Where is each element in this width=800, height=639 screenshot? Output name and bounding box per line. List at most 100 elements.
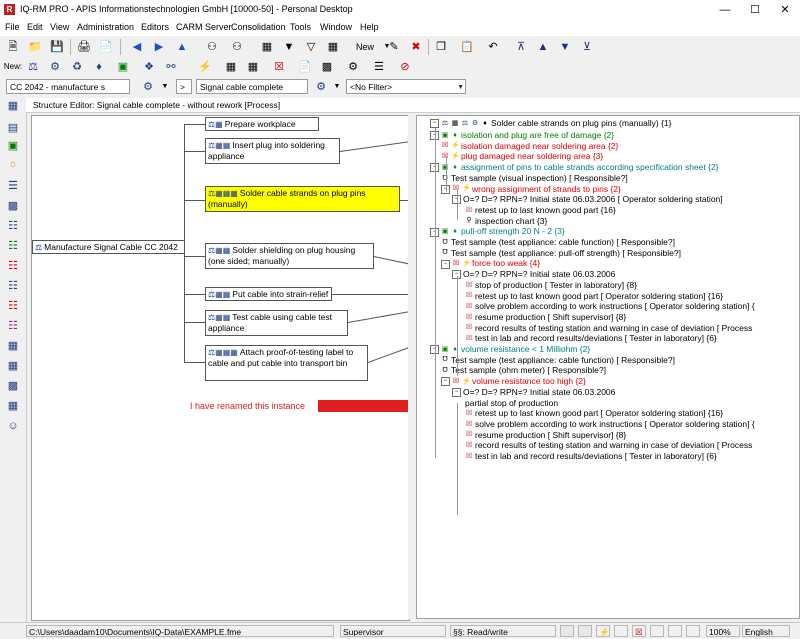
tree-row[interactable]: ℧ Test sample (test appliance: cable func…	[441, 237, 675, 247]
tree-row[interactable]: ☒ resume production [ Shift supervisor] {…	[465, 312, 626, 322]
find-icon[interactable]: ⚇	[228, 39, 246, 55]
structure-editor-icon[interactable]: ▤	[4, 120, 22, 136]
new-button[interactable]: New	[350, 39, 380, 55]
tree-root-row[interactable]: − ⚖ ▦ ⚖ ⚙ ♦ Solder cable strands on plug pins …	[430, 118, 672, 129]
grid-icon[interactable]: ▦	[324, 39, 342, 55]
idea-icon[interactable]: ☼	[4, 156, 22, 172]
delete-icon[interactable]: ✖	[407, 39, 425, 55]
save-icon[interactable]: 💾	[48, 39, 66, 55]
function-add-icon[interactable]: ▣	[114, 59, 132, 75]
tree-row[interactable]: ☒ solve problem according to work instruc…	[465, 301, 755, 311]
tree-row[interactable]: ☒ retest up to last known good part [ Ope…	[465, 291, 723, 301]
structure-node[interactable]: ⚖▦ Prepare workplace	[205, 117, 319, 131]
tree-row[interactable]: ☒ retest up to last known good part [ Ope…	[465, 408, 723, 418]
link-icon[interactable]: ⚯	[162, 59, 180, 75]
hierarchy-icon[interactable]: ☰	[370, 59, 388, 75]
tree-row[interactable]: −▣♦pull-off strength 20 N - 2 {3}	[430, 226, 565, 237]
status-language[interactable]: English	[742, 625, 790, 637]
tree-row[interactable]: ☒ resume production [ Shift supervisor] {…	[465, 430, 626, 440]
menu-administration[interactable]: Administration	[77, 22, 134, 32]
structure-element-icon[interactable]: ⚖	[24, 59, 42, 75]
tree-row[interactable]: −☒⚡wrong assignment of strands to pins {…	[441, 184, 621, 194]
new-file-icon[interactable]: 🗎	[4, 39, 22, 55]
tree-row[interactable]: − ☒ ⚡volume resistance too high {2}	[441, 376, 586, 387]
tree-row[interactable]: ℧ Test sample (test appliance: cable func…	[441, 355, 675, 365]
undo-icon[interactable]: ↶	[484, 39, 502, 55]
forbidden-icon[interactable]: ⊘	[396, 59, 414, 75]
navigation-combo[interactable]: >	[176, 79, 192, 94]
tree-row[interactable]: ℧ Test sample (test appliance: pull-off s…	[441, 248, 681, 258]
action-icon[interactable]: ☒	[270, 59, 288, 75]
structure-node[interactable]: ⚖▦▦ Test cable using cable test appliance	[205, 310, 348, 336]
report-icon[interactable]: ▦	[4, 398, 22, 414]
tree-row[interactable]: ☒ record results of testing station and w…	[465, 323, 752, 333]
open-folder-icon[interactable]: 📁	[26, 39, 44, 55]
close-icon[interactable]: ✕	[770, 0, 800, 20]
collapse-icon[interactable]: −	[441, 377, 450, 387]
fmea-tree-pane[interactable]: − ⚖ ▦ ⚖ ⚙ ♦ Solder cable strands on plug pins …	[416, 115, 800, 619]
structure-node[interactable]: ⚖▦▦ Solder shielding on plug housing (one…	[205, 243, 374, 269]
print-icon[interactable]: 🖨	[75, 39, 93, 55]
tree-row[interactable]: ℧ Test sample (ohm meter) [ Responsible?]	[441, 365, 606, 375]
tree-row[interactable]: partial stop of production	[465, 398, 558, 408]
structure-add-icon[interactable]: ⚙	[46, 59, 64, 75]
pencil-icon[interactable]: ✎	[385, 39, 403, 55]
tree-row[interactable]: ☒ ⚡isolation damaged near soldering area …	[441, 141, 619, 151]
up-icon[interactable]: ▲	[173, 39, 191, 55]
chevron-down-icon[interactable]: ▼	[156, 79, 174, 95]
failure-icon[interactable]: ⚡	[196, 59, 214, 75]
function-editor-icon[interactable]: ▣	[4, 138, 22, 154]
document-icon[interactable]: 📄	[296, 59, 314, 75]
collapse-icon[interactable]: −	[452, 388, 461, 398]
paste-icon[interactable]: 📋	[458, 39, 476, 55]
forward-icon[interactable]: ▶	[150, 39, 168, 55]
tree-row[interactable]: −▣♦assignment of pins to cable strands a…	[430, 162, 719, 173]
collapse-icon[interactable]: −	[430, 119, 439, 129]
chevron-down-icon[interactable]: ▼	[457, 80, 464, 93]
filter-icon[interactable]: ▼	[280, 39, 298, 55]
tree-row[interactable]: ☒ retest up to last known good part {16}	[465, 205, 616, 215]
menu-edit[interactable]: Edit	[27, 22, 43, 32]
status-zoom[interactable]: 100%	[706, 625, 740, 637]
collapse-icon[interactable]: −	[441, 259, 450, 269]
building-icon[interactable]: ▩	[4, 198, 22, 214]
process-icon[interactable]: ♻	[68, 59, 86, 75]
chevron-down-icon[interactable]: ▼	[328, 79, 346, 95]
move-down-icon[interactable]: ▼	[556, 39, 574, 55]
people-icon[interactable]: ☺	[4, 418, 22, 434]
structure-node-selected[interactable]: ⚖▦▦▦ Solder cable strands on plug pins (m…	[205, 186, 400, 212]
tree-row[interactable]: −▣♦volume resistance < 1 Milliohm {2}	[430, 344, 590, 355]
move-top-icon[interactable]: ⊼	[512, 39, 530, 55]
tree-row[interactable]: ☒ solve problem according to work instruc…	[465, 419, 755, 429]
tree-row[interactable]: ☒ ⚡plug damaged near soldering area {3}	[441, 151, 603, 161]
project-combo[interactable]: CC 2042 - manufacture s	[6, 79, 130, 94]
tree-row[interactable]: ⚲ inspection chart {3}	[465, 216, 547, 226]
network-icon[interactable]: ☷	[4, 218, 22, 234]
structure-root-node[interactable]: ⚖ Manufacture Signal Cable CC 2042	[32, 240, 185, 254]
menu-editors[interactable]: Editors	[141, 22, 169, 32]
table-icon[interactable]: ▦	[258, 39, 276, 55]
menu-window[interactable]: Window	[320, 22, 352, 32]
tree-row[interactable]: − ☒ ⚡force too weak {4}	[441, 258, 540, 269]
tree-row[interactable]: −▣♦isolation and plug are free of damage…	[430, 130, 614, 141]
structure-node[interactable]: ⚖▦▦ Insert plug into soldering appliance	[205, 138, 340, 164]
tree-row[interactable]: ☒ test in lab and record results/deviatio…	[465, 451, 717, 461]
preview-icon[interactable]: 📄	[97, 39, 115, 55]
list-icon[interactable]: ▦	[4, 358, 22, 374]
maximize-icon[interactable]: ☐	[740, 0, 770, 20]
pane-splitter[interactable]	[408, 115, 416, 619]
structure-tree-icon[interactable]: ☰	[4, 178, 22, 194]
network-icon[interactable]: ❖	[140, 59, 158, 75]
failure-net-icon[interactable]: ☷	[4, 258, 22, 274]
tree-row[interactable]: ☒ record results of testing station and w…	[465, 440, 752, 450]
structure-tree-icon[interactable]: ⚙	[139, 79, 157, 95]
filter-edit-icon[interactable]: ▽	[302, 39, 320, 55]
table-icon[interactable]: ▦	[4, 338, 22, 354]
binoculars-icon[interactable]: ⚇	[203, 39, 221, 55]
tree-icon[interactable]: ☷	[4, 318, 22, 334]
tree-row[interactable]: − O=? D=? RPN=? Initial state 06.03.2006	[452, 387, 615, 398]
minimize-icon[interactable]: —	[710, 0, 740, 20]
form-icon[interactable]: ☷	[4, 278, 22, 294]
editor-menu-icon[interactable]: ▦	[4, 98, 22, 114]
back-icon[interactable]: ◀	[128, 39, 146, 55]
